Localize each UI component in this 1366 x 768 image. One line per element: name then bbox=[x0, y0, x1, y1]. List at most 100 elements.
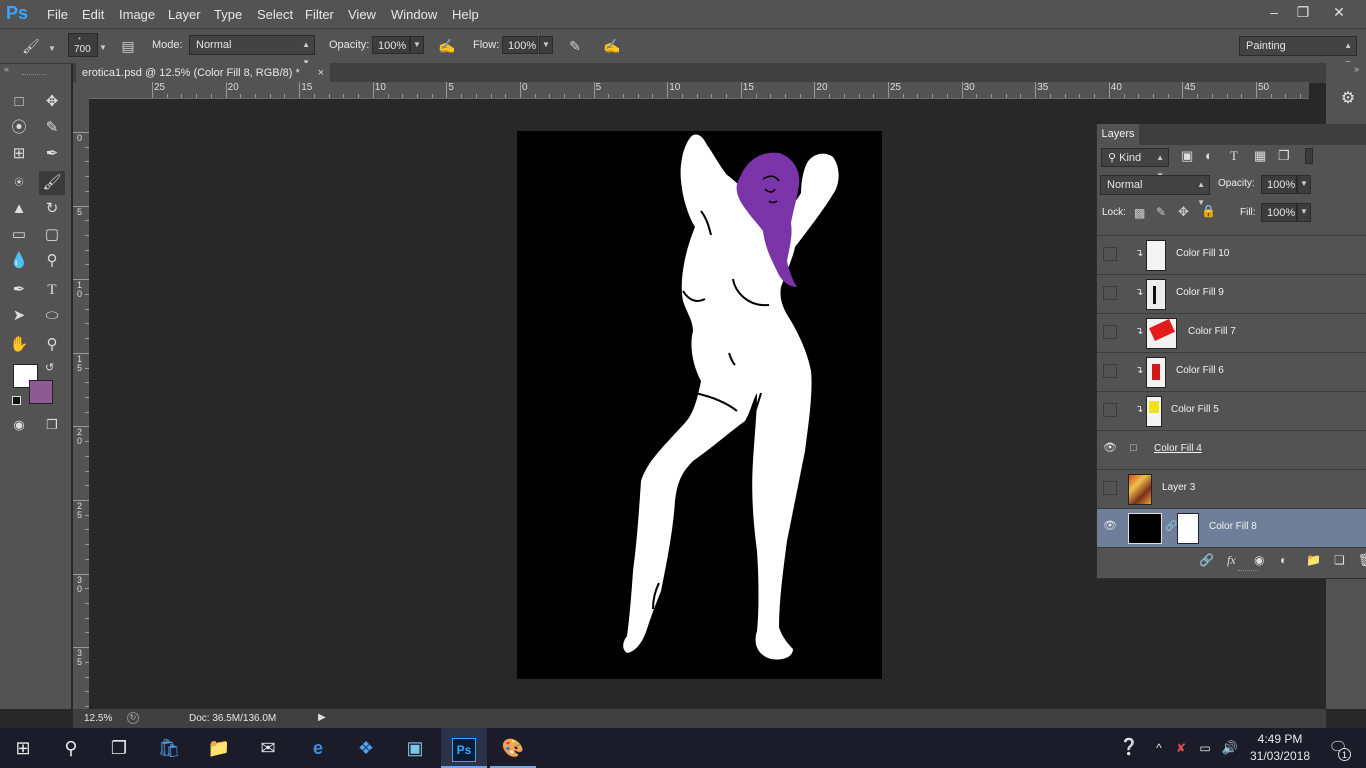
pressure-opacity-icon[interactable]: ✍ bbox=[436, 36, 458, 56]
layer-row-color-fill-9[interactable]: ↴ Color Fill 9 bbox=[1097, 275, 1366, 314]
file-explorer-icon[interactable]: 📁 bbox=[196, 728, 242, 768]
layer-thumbnail[interactable] bbox=[1128, 474, 1152, 505]
layer-thumbnail[interactable] bbox=[1146, 357, 1166, 388]
layer-row-color-fill-4[interactable]: 👁 □ Color Fill 4 bbox=[1097, 431, 1366, 470]
zoom-level[interactable]: 12.5% bbox=[84, 713, 112, 724]
zoom-tool-icon[interactable]: ⚲ bbox=[39, 333, 65, 357]
lock-position-icon[interactable]: ✥ bbox=[1178, 204, 1189, 220]
layer-name[interactable]: Color Fill 7 bbox=[1188, 326, 1236, 337]
toolbar-collapse-icon[interactable]: « bbox=[4, 64, 9, 74]
quick-selection-tool-icon[interactable]: ✎ bbox=[39, 116, 65, 140]
menu-image[interactable]: Image bbox=[119, 7, 155, 22]
layer-thumbnail[interactable] bbox=[1146, 279, 1166, 310]
lock-transparent-icon[interactable]: ▩ bbox=[1134, 206, 1145, 220]
layer-thumbnail[interactable] bbox=[1146, 318, 1177, 349]
ruler-corner[interactable] bbox=[73, 82, 89, 98]
photoshop-taskbar-icon[interactable]: Ps bbox=[441, 728, 487, 768]
pen-tool-icon[interactable]: ✒ bbox=[6, 278, 32, 302]
store-icon[interactable]: 🛍 bbox=[146, 728, 192, 768]
filter-type-icon[interactable]: T bbox=[1230, 148, 1238, 164]
taskbar-time[interactable]: 4:49 PM bbox=[1245, 732, 1315, 746]
eye-icon[interactable]: 👁 bbox=[1103, 520, 1117, 534]
layer-filter-kind[interactable]: ⚲ Kind▲▼ bbox=[1101, 148, 1169, 180]
brush-tool-icon[interactable]: 🖌 bbox=[39, 171, 65, 195]
layer-blend-mode-select[interactable]: Normal ▲ ▼ bbox=[1100, 175, 1210, 207]
opacity-dropdown-icon[interactable]: ▼ bbox=[410, 36, 424, 54]
layer-visibility-toggle[interactable] bbox=[1103, 364, 1117, 378]
flow-dropdown-icon[interactable]: ▼ bbox=[539, 36, 553, 54]
document-canvas[interactable] bbox=[517, 131, 882, 679]
fill-thumbnail[interactable] bbox=[1128, 513, 1162, 544]
gradient-tool-icon[interactable]: ▢ bbox=[39, 223, 65, 247]
start-icon[interactable]: ⊞ bbox=[0, 728, 46, 768]
swap-colors-icon[interactable]: ↺ bbox=[45, 361, 54, 374]
link-icon[interactable]: 🔗 bbox=[1165, 521, 1177, 532]
layers-tab[interactable]: Layers bbox=[1097, 124, 1139, 145]
edge-icon[interactable]: e bbox=[295, 728, 341, 768]
clone-stamp-tool-icon[interactable]: ▲ bbox=[6, 197, 32, 221]
layer-opacity-field[interactable]: 100% bbox=[1261, 175, 1297, 194]
lock-all-icon[interactable]: 🔒 bbox=[1201, 204, 1216, 218]
layer-thumbnail[interactable] bbox=[1146, 396, 1162, 427]
layer-row-layer-3[interactable]: Layer 3 bbox=[1097, 470, 1366, 509]
layer-row-color-fill-10[interactable]: ↴ Color Fill 10 bbox=[1097, 236, 1366, 275]
paint-icon[interactable]: 🎨 bbox=[490, 728, 536, 768]
crop-tool-icon[interactable]: ⊞ bbox=[6, 142, 32, 166]
layer-visibility-toggle[interactable] bbox=[1103, 325, 1117, 339]
mode-select[interactable]: Normal▲▼ bbox=[189, 35, 315, 67]
ellipse-tool-icon[interactable]: ⬭ bbox=[39, 304, 65, 328]
document-tab[interactable]: erotica1.psd @ 12.5% (Color Fill 8, RGB/… bbox=[76, 63, 330, 83]
preset-dropdown-arrow-icon[interactable]: ▼ bbox=[48, 44, 56, 53]
filter-adjustment-icon[interactable]: ◐ bbox=[1205, 148, 1213, 163]
type-tool-icon[interactable]: T bbox=[39, 278, 65, 302]
filter-shape-icon[interactable]: ▦ bbox=[1254, 148, 1266, 164]
layer-name[interactable]: Layer 3 bbox=[1162, 482, 1195, 493]
eyedropper-tool-icon[interactable]: ✒ bbox=[39, 142, 65, 166]
dock-collapse-icon[interactable]: » bbox=[1354, 64, 1359, 74]
history-panel-icon[interactable]: ⚙ bbox=[1336, 88, 1360, 110]
menu-filter[interactable]: Filter bbox=[305, 7, 334, 22]
menu-help[interactable]: Help bbox=[452, 7, 479, 22]
app-icon[interactable]: ▣ bbox=[392, 728, 438, 768]
dropbox-icon[interactable]: ❖ bbox=[343, 728, 389, 768]
network-icon[interactable]: ✘ bbox=[1170, 728, 1192, 768]
default-colors-icon[interactable] bbox=[12, 396, 21, 405]
layer-name[interactable]: Color Fill 10 bbox=[1176, 248, 1229, 259]
screen-mode-icon[interactable]: ❐ bbox=[39, 413, 65, 437]
filter-pixel-icon[interactable]: ▣ bbox=[1181, 148, 1193, 164]
layer-opacity-dropdown-icon[interactable]: ▼ bbox=[1297, 175, 1311, 194]
fill-field[interactable]: 100% bbox=[1261, 203, 1297, 222]
layer-row-color-fill-5[interactable]: ↴ Color Fill 5 bbox=[1097, 392, 1366, 431]
opacity-field[interactable]: 100% bbox=[372, 36, 410, 54]
filter-toggle-switch[interactable] bbox=[1305, 148, 1313, 164]
notifications-icon[interactable]: 🗨 bbox=[1318, 728, 1358, 768]
lasso-tool-icon[interactable]: ⦿ bbox=[6, 116, 32, 140]
airbrush-icon[interactable]: ✎ bbox=[564, 36, 586, 56]
battery-icon[interactable]: ▭ bbox=[1194, 728, 1216, 768]
volume-icon[interactable]: 🔊 bbox=[1218, 728, 1242, 768]
layer-visibility-toggle[interactable] bbox=[1103, 481, 1117, 495]
blur-tool-icon[interactable]: 💧 bbox=[6, 249, 32, 273]
menu-edit[interactable]: Edit bbox=[82, 7, 104, 22]
layer-name[interactable]: Color Fill 8 bbox=[1209, 521, 1257, 532]
new-layer-icon[interactable]: ❏ bbox=[1334, 553, 1345, 567]
dodge-tool-icon[interactable]: ⚲ bbox=[39, 249, 65, 273]
menu-layer[interactable]: Layer bbox=[168, 7, 201, 22]
lock-pixels-icon[interactable]: ✎ bbox=[1156, 205, 1166, 219]
task-view-icon[interactable]: ❐ bbox=[96, 728, 142, 768]
document-tab-close-icon[interactable]: × bbox=[318, 63, 324, 83]
restore-icon[interactable]: ❐ bbox=[1286, 0, 1320, 24]
filter-smart-object-icon[interactable]: ❐ bbox=[1278, 148, 1290, 164]
healing-brush-tool-icon[interactable]: ⍟ bbox=[6, 171, 32, 195]
delete-layer-icon[interactable]: 🗑 bbox=[1358, 553, 1366, 567]
layer-visibility-toggle[interactable] bbox=[1103, 247, 1117, 261]
menu-select[interactable]: Select bbox=[257, 7, 293, 22]
search-icon[interactable]: ⚲ bbox=[48, 728, 94, 768]
background-color-swatch[interactable] bbox=[29, 380, 53, 404]
brush-panel-toggle-icon[interactable]: ▤ bbox=[117, 36, 139, 56]
layer-name[interactable]: Color Fill 5 bbox=[1171, 404, 1219, 415]
new-adjustment-layer-icon[interactable]: ◐ bbox=[1280, 553, 1287, 567]
brush-tool-preset-icon[interactable]: 🖌 bbox=[20, 36, 42, 56]
fill-dropdown-icon[interactable]: ▼ bbox=[1297, 203, 1311, 222]
pressure-size-icon[interactable]: ✍ bbox=[601, 36, 623, 56]
